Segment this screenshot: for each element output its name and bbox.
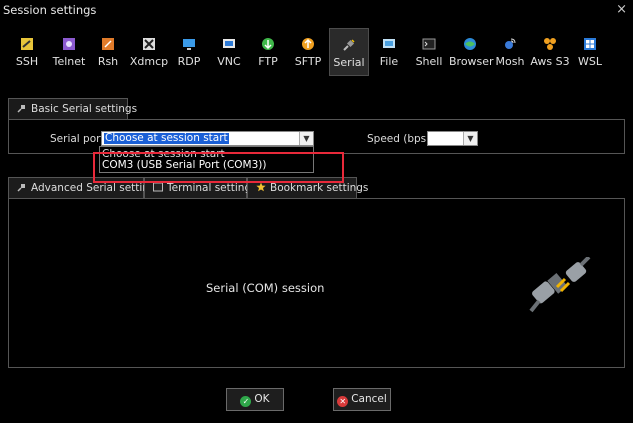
tool-vnc[interactable]: VNC (212, 28, 246, 76)
tool-serial[interactable]: Serial (329, 28, 369, 76)
session-description: Serial (COM) session (206, 281, 325, 295)
tool-shell[interactable]: Shell (413, 28, 445, 76)
tool-rdp[interactable]: RDP (173, 28, 205, 76)
serial-port-select[interactable]: Choose at session start ▼ (101, 131, 314, 146)
tool-telnet[interactable]: Telnet (50, 28, 88, 76)
terminal-icon (153, 182, 163, 192)
mosh-icon (505, 38, 516, 49)
tab-basic-serial-settings[interactable]: Basic Serial settings (8, 98, 137, 120)
tab-advanced-serial-settings[interactable]: Advanced Serial settings (8, 177, 161, 199)
cancel-button[interactable]: ✕ Cancel (333, 388, 391, 411)
check-icon: ✓ (240, 396, 252, 407)
chevron-down-icon[interactable]: ▼ (463, 132, 477, 145)
file-icon (383, 39, 395, 48)
x-icon: ✕ (337, 396, 349, 407)
tool-wsl[interactable]: WSL (574, 28, 606, 76)
tool-file[interactable]: File (374, 28, 404, 76)
ok-button[interactable]: ✓ OK (226, 388, 284, 411)
ssh-icon (21, 38, 33, 50)
tool-ftp[interactable]: FTP (252, 28, 284, 76)
tool-browser[interactable]: Browser (449, 28, 494, 76)
serial-plug-icon (529, 257, 591, 313)
dropdown-option-com3[interactable]: COM3 (USB Serial Port (COM3)) (102, 159, 267, 171)
rsh-icon (102, 38, 114, 50)
session-type-toolbar: SSH Telnet Rsh Xdmcp RDP VNC FTP SFTP Se… (0, 28, 633, 76)
tool-sftp[interactable]: SFTP (290, 28, 326, 76)
tool-xdmcp[interactable]: Xdmcp (128, 28, 170, 76)
shell-icon (422, 38, 436, 50)
tool-mosh[interactable]: Mosh (494, 28, 526, 76)
plug-icon (17, 105, 25, 113)
tab-terminal-settings[interactable]: Terminal settings (144, 177, 257, 199)
serial-port-dropdown: Choose at session start COM3 (USB Serial… (99, 146, 314, 173)
browser-icon (464, 38, 476, 50)
close-icon[interactable]: × (616, 2, 627, 17)
plug-icon (17, 184, 25, 192)
rdp-icon (183, 39, 195, 50)
aws-s3-icon (544, 38, 556, 50)
main-panel: Serial (COM) session (8, 198, 625, 368)
speed-select[interactable]: ▼ (427, 131, 478, 146)
ftp-icon (262, 38, 274, 50)
tool-rsh[interactable]: Rsh (92, 28, 124, 76)
telnet-icon (63, 38, 75, 50)
star-icon (256, 182, 266, 192)
vnc-icon (223, 39, 235, 48)
tab-bookmark-settings[interactable]: Bookmark settings (247, 177, 368, 199)
title-bar: Session settings × (0, 0, 633, 20)
chevron-down-icon[interactable]: ▼ (299, 132, 313, 145)
serial-icon (343, 39, 355, 51)
xdmcp-icon (143, 38, 155, 50)
wsl-icon (584, 38, 596, 50)
sftp-icon (302, 38, 314, 50)
tool-ssh[interactable]: SSH (10, 28, 44, 76)
window-title: Session settings (3, 3, 97, 17)
tool-aws-s3[interactable]: Aws S3 (530, 28, 570, 76)
